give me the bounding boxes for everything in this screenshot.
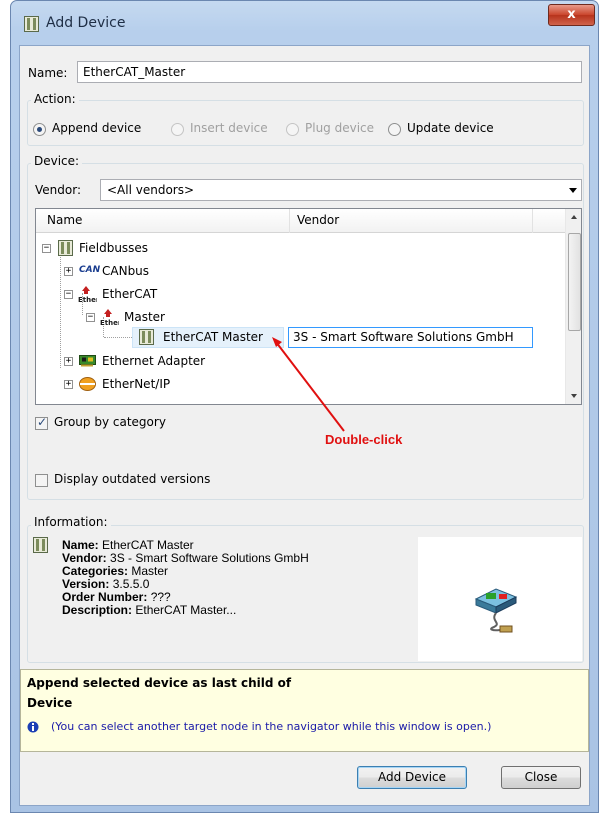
tree-node-ethernet-ip[interactable]: + EtherNet/IP <box>36 374 296 394</box>
hint-line2: Device <box>27 696 73 710</box>
info-icon <box>27 721 39 733</box>
vendor-dropdown-value: <All vendors> <box>107 183 195 197</box>
radio-plug-device <box>286 123 299 136</box>
window-close-button[interactable]: x <box>548 4 595 26</box>
chevron-down-icon <box>569 188 577 193</box>
tree-node-master[interactable]: − EtherCAT Master <box>36 307 296 327</box>
tree-scrollbar[interactable] <box>565 209 581 404</box>
ethernet-ip-icon <box>79 377 96 391</box>
display-outdated-checkbox[interactable] <box>35 474 48 487</box>
close-button[interactable]: Close <box>501 766 581 789</box>
ethercat-icon: EtherCAT <box>78 286 97 303</box>
group-by-category-checkbox[interactable] <box>35 415 48 430</box>
column-header-vendor[interactable]: Vendor <box>297 213 339 227</box>
device-icon <box>33 537 48 553</box>
information-label: Information: <box>31 515 111 529</box>
double-click-annotation: Double-click <box>325 432 403 447</box>
tree-node-label: Master <box>124 310 165 324</box>
expand-icon[interactable]: + <box>64 380 73 389</box>
tree-node-label: EtherCAT Master <box>163 330 263 344</box>
tree-node-label: EtherCAT <box>102 287 158 301</box>
column-header-name[interactable]: Name <box>47 213 82 227</box>
device-image-panel <box>418 537 582 661</box>
display-outdated-label[interactable]: Display outdated versions <box>54 472 210 486</box>
ethercat-icon: EtherCAT <box>100 309 119 326</box>
info-description: Description: EtherCAT Master... <box>62 603 237 617</box>
column-divider[interactable] <box>532 209 533 233</box>
scroll-down-button[interactable] <box>566 387 581 404</box>
scroll-up-button[interactable] <box>566 209 581 226</box>
radio-plug-device-label: Plug device <box>305 121 375 135</box>
add-device-button[interactable]: Add Device <box>357 766 467 789</box>
hint-note: (You can select another target node in t… <box>51 720 492 733</box>
tree-node-label: CANbus <box>102 264 150 278</box>
tree-node-ethercat[interactable]: − EtherCAT EtherCAT <box>36 284 296 304</box>
tree-node-label: Fieldbusses <box>79 241 149 255</box>
radio-update-device-label[interactable]: Update device <box>407 121 494 135</box>
action-label: Action: <box>31 92 79 106</box>
device-label: Device: <box>31 154 83 168</box>
collapse-icon[interactable]: − <box>64 290 73 299</box>
name-label: Name: <box>28 66 68 80</box>
hint-line1: Append selected device as last child of <box>27 676 292 690</box>
can-logo-icon: CAN <box>79 265 101 275</box>
svg-text:EtherCAT: EtherCAT <box>100 319 119 326</box>
group-by-category-label[interactable]: Group by category <box>54 415 166 429</box>
name-input[interactable]: EtherCAT_Master <box>77 61 582 83</box>
title-bar[interactable]: Add Device x <box>11 1 598 45</box>
expand-icon[interactable]: + <box>64 267 73 276</box>
svg-text:EtherCAT: EtherCAT <box>78 296 97 303</box>
radio-insert-device-label: Insert device <box>190 121 268 135</box>
window-title: Add Device <box>46 15 126 31</box>
tree-node-ethernet-adapter[interactable]: + Ethernet Adapter <box>36 351 296 371</box>
scroll-thumb[interactable] <box>568 233 581 331</box>
radio-append-device-label[interactable]: Append device <box>52 121 141 135</box>
radio-append-device[interactable] <box>33 123 46 136</box>
tree-node-label: EtherNet/IP <box>102 377 171 391</box>
annotation-arrow <box>272 337 345 432</box>
tree-node-label: Ethernet Adapter <box>102 354 206 368</box>
network-card-icon <box>79 355 96 367</box>
dialog-content: Name: EtherCAT_Master Action: Append dev… <box>19 45 590 806</box>
radio-update-device[interactable] <box>388 123 401 136</box>
vendor-dropdown[interactable]: <All vendors> <box>100 179 582 201</box>
device-icon <box>24 16 39 32</box>
tree-header: Name Vendor <box>36 209 581 233</box>
device-icon <box>139 329 154 345</box>
expand-icon[interactable]: + <box>64 357 73 366</box>
device-image <box>474 588 518 633</box>
tree-node-canbus[interactable]: + CAN CANbus <box>36 261 296 281</box>
tree-node-fieldbusses[interactable]: − Fieldbusses <box>36 238 296 258</box>
collapse-icon[interactable]: − <box>86 313 95 322</box>
vendor-label: Vendor: <box>35 183 81 197</box>
hint-box: Append selected device as last child of … <box>20 669 589 752</box>
device-icon <box>58 240 73 256</box>
add-device-window: Add Device x Name: EtherCAT_Master Actio… <box>10 0 599 813</box>
collapse-icon[interactable]: − <box>42 244 51 253</box>
column-divider[interactable] <box>289 209 290 233</box>
radio-insert-device <box>171 123 184 136</box>
